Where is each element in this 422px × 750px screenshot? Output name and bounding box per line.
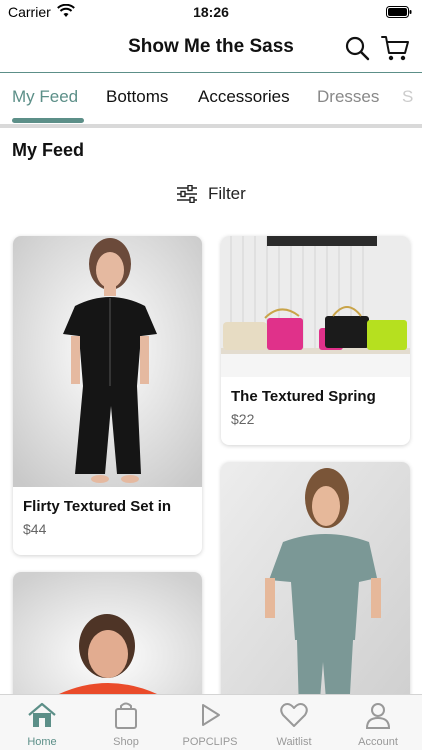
active-tab-indicator [12, 118, 84, 123]
product-name: The Textured Spring [231, 388, 376, 405]
page-title: My Feed [12, 140, 85, 160]
battery-icon [386, 6, 412, 18]
product-image [13, 572, 202, 712]
product-card[interactable]: The Textured Spring $22 [221, 236, 410, 445]
tabs-divider [0, 124, 422, 128]
product-image [221, 236, 410, 377]
home-icon [28, 702, 56, 727]
product-card[interactable] [13, 572, 202, 712]
tab-my-feed[interactable]: My Feed [12, 87, 78, 107]
nav-label: Account [358, 736, 398, 748]
nav-label: Shop [113, 736, 139, 748]
product-price: $44 [23, 521, 47, 537]
category-tabs: My Feed Bottoms Accessories Dresses S [0, 72, 422, 124]
sliders-icon [177, 185, 197, 203]
filter-label: Filter [208, 184, 246, 203]
nav-account[interactable]: Account [336, 695, 420, 750]
nav-waitlist[interactable]: Waitlist [252, 695, 336, 750]
tab-accessories[interactable]: Accessories [198, 87, 290, 107]
tab-bottoms[interactable]: Bottoms [106, 87, 168, 107]
tab-partial[interactable]: S [402, 87, 413, 107]
nav-home[interactable]: Home [0, 695, 84, 750]
nav-label: Home [27, 736, 57, 748]
bottom-nav: Home Shop POPCLIPS Waitlist Account [0, 694, 422, 750]
nav-label: Waitlist [276, 736, 312, 748]
status-bar: Carrier 18:26 [0, 0, 422, 24]
play-icon [202, 704, 220, 726]
product-image [221, 462, 410, 712]
tab-dresses[interactable]: Dresses [317, 87, 379, 107]
product-name: Flirty Textured Set in [23, 498, 172, 515]
heart-icon [280, 703, 308, 727]
app-header: Show Me the Sass [0, 24, 422, 72]
product-card[interactable]: Flirty Textured Set in $44 [13, 236, 202, 555]
product-price: $22 [231, 411, 255, 427]
shopping-bag-icon [115, 702, 137, 729]
filter-button[interactable]: Filter [176, 182, 246, 206]
search-icon[interactable] [344, 35, 370, 61]
nav-label: POPCLIPS [182, 736, 238, 748]
clock: 18:26 [193, 4, 229, 20]
nav-popclips[interactable]: POPCLIPS [168, 695, 252, 750]
product-card[interactable] [221, 462, 410, 712]
cart-icon[interactable] [380, 33, 410, 63]
product-image [13, 236, 202, 487]
nav-shop[interactable]: Shop [84, 695, 168, 750]
person-icon [365, 703, 391, 729]
